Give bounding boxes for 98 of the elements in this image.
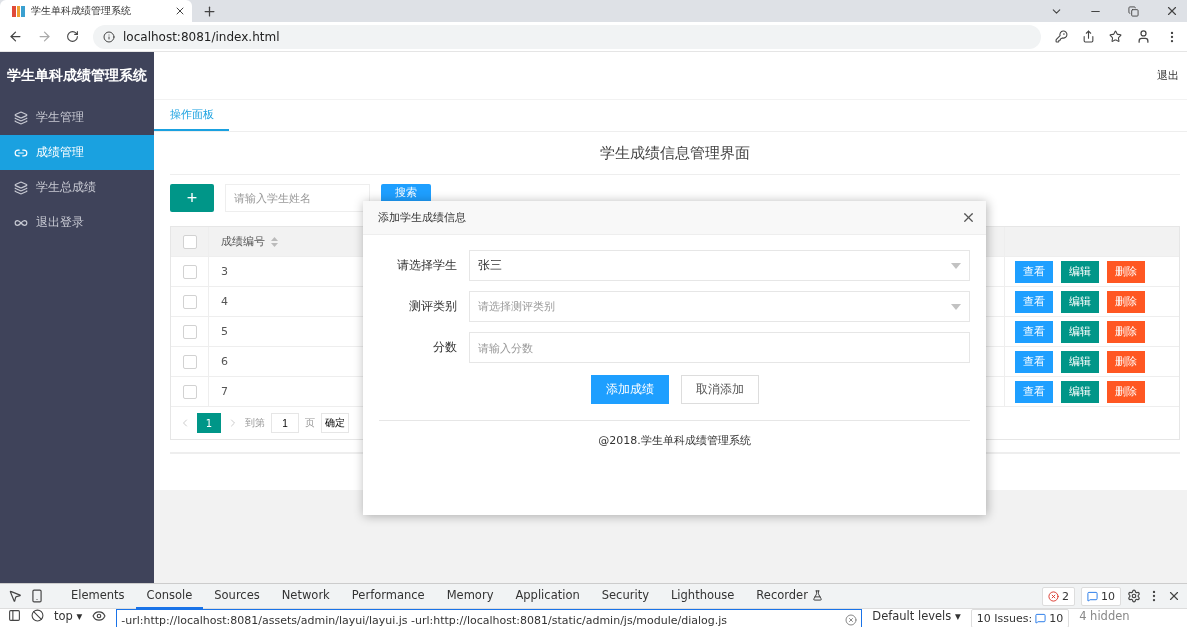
tab-title: 学生单科成绩管理系统 bbox=[31, 4, 132, 18]
field-label: 请选择学生 bbox=[396, 257, 458, 274]
info-icon bbox=[103, 30, 115, 43]
caret-icon bbox=[951, 303, 961, 310]
edit-button[interactable]: 编辑 bbox=[1061, 320, 1099, 343]
logout-link[interactable]: 退出 bbox=[1157, 68, 1179, 83]
context-select[interactable]: top ▾ bbox=[54, 609, 83, 623]
issues-badge[interactable]: 10 Issues: 10 bbox=[970, 609, 1070, 627]
share-icon[interactable] bbox=[1082, 30, 1095, 43]
edit-button[interactable]: 编辑 bbox=[1061, 290, 1099, 313]
address-field[interactable]: localhost:8081/index.html bbox=[93, 24, 1041, 49]
edit-button[interactable]: 编辑 bbox=[1061, 350, 1099, 373]
devtools-tab[interactable]: Elements bbox=[60, 583, 136, 609]
back-icon[interactable] bbox=[8, 29, 23, 44]
devtools-tab[interactable]: Lighthouse bbox=[659, 583, 746, 609]
layers-icon bbox=[14, 180, 28, 195]
dialog-title: 添加学生成绩信息 bbox=[378, 210, 466, 225]
select-placeholder: 请选择测评类别 bbox=[478, 299, 556, 314]
column-header: 成绩编号 bbox=[221, 234, 265, 249]
error-count: 2 bbox=[1062, 589, 1069, 603]
message-badge[interactable]: 10 bbox=[1081, 586, 1121, 606]
eye-icon[interactable] bbox=[92, 609, 107, 623]
reload-icon[interactable] bbox=[66, 30, 79, 43]
sidebar-item[interactable]: 学生管理 bbox=[0, 100, 154, 135]
restore-icon[interactable] bbox=[1128, 5, 1139, 17]
star-icon[interactable] bbox=[1109, 30, 1122, 43]
browser-tab[interactable]: 学生单科成绩管理系统 bbox=[0, 0, 192, 22]
levels-select[interactable]: Default levels ▾ bbox=[872, 609, 961, 623]
confirm-button[interactable]: 确定 bbox=[321, 413, 349, 433]
devtools-tab[interactable]: Recorder bbox=[745, 583, 834, 609]
app-favicon-icon bbox=[12, 4, 25, 18]
flask-icon bbox=[811, 589, 823, 601]
input-field[interactable]: 请输入分数 bbox=[469, 332, 970, 363]
devtools-tab[interactable]: Application bbox=[504, 583, 591, 609]
add-button[interactable]: + bbox=[170, 184, 214, 212]
cancel-button[interactable]: 取消添加 bbox=[680, 375, 759, 404]
devtools-tab[interactable]: Performance bbox=[340, 583, 436, 609]
search-field[interactable]: 请输入学生姓名 bbox=[225, 184, 370, 212]
avatar-icon[interactable] bbox=[1136, 29, 1151, 44]
sidebar-label: 退出登录 bbox=[36, 214, 84, 231]
checkbox[interactable] bbox=[182, 324, 197, 339]
page-field[interactable]: 1 bbox=[271, 413, 299, 433]
checkbox[interactable] bbox=[182, 264, 197, 279]
table-cell: 4 bbox=[221, 295, 228, 308]
select-value: 张三 bbox=[478, 257, 503, 274]
field-label: 分数 bbox=[432, 339, 458, 356]
field-label: 测评类别 bbox=[408, 298, 458, 315]
error-icon bbox=[1048, 590, 1059, 602]
goto-label: 到第 bbox=[245, 416, 265, 430]
devtools-tab[interactable]: Sources bbox=[203, 583, 271, 609]
sidebar-icon[interactable] bbox=[8, 609, 21, 622]
table-cell: 3 bbox=[221, 265, 228, 278]
app-title: 学生单科成绩管理系统 bbox=[6, 66, 148, 85]
close-icon[interactable] bbox=[1165, 4, 1179, 18]
error-badge[interactable]: 2 bbox=[1042, 586, 1075, 606]
devtools-tab[interactable]: Console bbox=[135, 583, 204, 609]
issues-count: 10 bbox=[1049, 612, 1064, 625]
checkbox[interactable] bbox=[182, 384, 197, 399]
dialog-footer: @2018.学生单科成绩管理系统 bbox=[379, 433, 970, 448]
table-cell: 5 bbox=[221, 325, 228, 338]
sidebar-item[interactable]: 学生总成绩 bbox=[0, 170, 154, 205]
sidebar-item[interactable]: 退出登录 bbox=[0, 205, 154, 240]
close-icon[interactable] bbox=[1167, 589, 1181, 603]
page-link[interactable]: 1 bbox=[197, 413, 221, 433]
inspect-icon[interactable] bbox=[8, 589, 22, 603]
page-unit: 页 bbox=[305, 416, 315, 430]
table-cell: 6 bbox=[221, 355, 228, 368]
devtools-tab[interactable]: Memory bbox=[435, 583, 505, 609]
page-title: 学生成绩信息管理界面 bbox=[600, 143, 750, 163]
table-cell: 7 bbox=[221, 385, 228, 398]
sidebar-label: 成绩管理 bbox=[36, 144, 84, 161]
filter-text: -url:http://localhost:8081/assets/admin/layui/layui.js -url:http://localhost:8081/static/admin/js/module/dialog.js bbox=[121, 613, 729, 627]
filter-field[interactable]: -url:http://localhost:8081/assets/admin/layui/layui.js -url:http://localhost:8081/static/admin/js/module/dialog.js bbox=[116, 609, 863, 627]
checkbox[interactable] bbox=[182, 234, 197, 249]
key-icon[interactable] bbox=[1055, 30, 1068, 43]
message-icon bbox=[1087, 590, 1098, 602]
issues-label: 10 Issues: bbox=[976, 612, 1033, 625]
device-icon[interactable] bbox=[30, 589, 44, 603]
edit-button[interactable]: 编辑 bbox=[1061, 260, 1099, 283]
devtools-tab[interactable]: Network bbox=[270, 583, 341, 609]
close-icon[interactable] bbox=[174, 5, 186, 17]
message-count: 10 bbox=[1101, 589, 1115, 603]
url-text: localhost:8081/index.html bbox=[123, 29, 280, 44]
settings-icon[interactable] bbox=[1127, 589, 1141, 603]
sidebar-label: 学生总成绩 bbox=[36, 179, 96, 196]
checkbox[interactable] bbox=[182, 294, 197, 309]
caret-icon bbox=[951, 262, 961, 269]
sidebar-label: 学生管理 bbox=[36, 109, 84, 126]
block-icon[interactable] bbox=[31, 609, 44, 622]
select-field[interactable]: 张三 bbox=[469, 250, 970, 281]
devtools-tab[interactable]: Security bbox=[590, 583, 660, 609]
close-icon[interactable] bbox=[961, 210, 976, 225]
edit-button[interactable]: 编辑 bbox=[1061, 380, 1099, 403]
hidden-count: 4 hidden bbox=[1079, 609, 1130, 623]
layers-icon bbox=[14, 110, 28, 125]
message-icon bbox=[1035, 613, 1047, 624]
clear-icon[interactable] bbox=[845, 614, 858, 626]
checkbox[interactable] bbox=[182, 354, 197, 369]
